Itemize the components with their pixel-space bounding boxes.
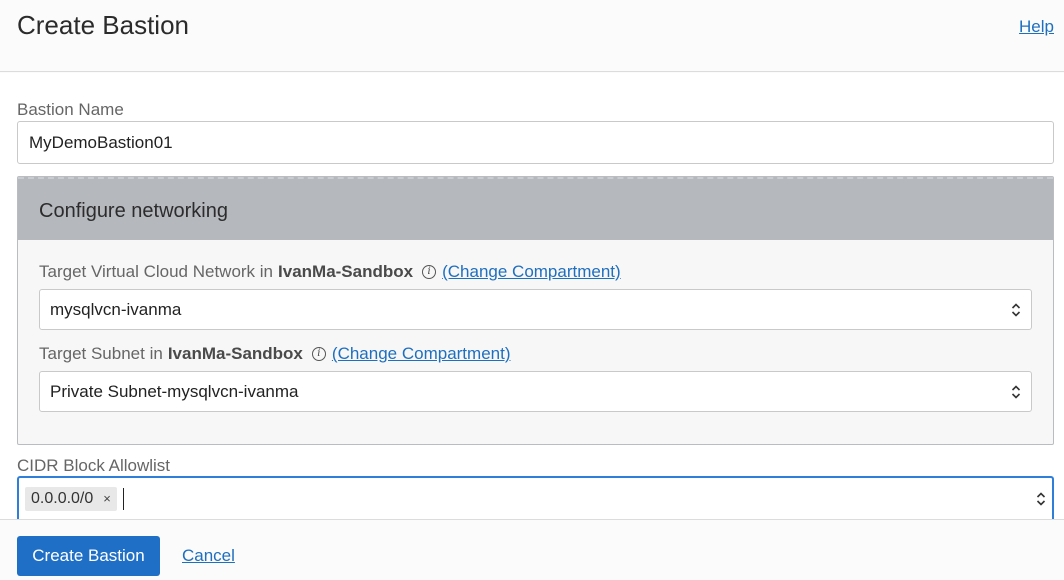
create-bastion-button[interactable]: Create Bastion bbox=[17, 536, 160, 576]
cidr-label: CIDR Block Allowlist bbox=[17, 456, 171, 475]
dialog-header: Create Bastion Help bbox=[0, 0, 1064, 72]
up-down-chevron-icon bbox=[1011, 384, 1021, 400]
up-down-chevron-icon bbox=[1011, 302, 1021, 318]
cidr-tag: 0.0.0.0/0 × bbox=[25, 486, 117, 511]
subnet-change-compartment-link[interactable]: (Change Compartment) bbox=[332, 344, 511, 364]
subnet-compartment-name: IvanMa-Sandbox bbox=[167, 344, 303, 363]
page-title: Create Bastion bbox=[17, 10, 189, 40]
dialog-body: Bastion Name Configure networking Target… bbox=[0, 73, 1064, 519]
vcn-selected-value: mysqlvcn-ivanma bbox=[50, 299, 182, 319]
vcn-label-prefix: Target Virtual Cloud Network in bbox=[39, 262, 274, 281]
info-icon[interactable]: i bbox=[422, 265, 437, 279]
cidr-allowlist-input[interactable]: 0.0.0.0/0 × bbox=[17, 476, 1054, 519]
vcn-compartment-name: IvanMa-Sandbox bbox=[278, 262, 414, 281]
help-link[interactable]: Help bbox=[1019, 17, 1054, 37]
subnet-selected-value: Private Subnet-mysqlvcn-ivanma bbox=[50, 381, 299, 401]
networking-panel-header: Configure networking bbox=[18, 177, 1053, 240]
up-down-chevron-icon[interactable] bbox=[1036, 491, 1046, 507]
subnet-label: Target Subnet in IvanMa-Sandbox i (Chang… bbox=[39, 344, 510, 364]
dialog-footer: Create Bastion Cancel bbox=[0, 519, 1064, 580]
cancel-link[interactable]: Cancel bbox=[182, 546, 235, 566]
bastion-name-input[interactable] bbox=[17, 121, 1054, 164]
create-bastion-dialog: Create Bastion Help Bastion Name Configu… bbox=[0, 0, 1064, 580]
networking-panel-title: Configure networking bbox=[39, 200, 228, 222]
subnet-select[interactable]: Private Subnet-mysqlvcn-ivanma bbox=[39, 371, 1032, 412]
subnet-label-prefix: Target Subnet in bbox=[39, 344, 163, 363]
text-caret bbox=[122, 487, 125, 510]
remove-tag-icon[interactable]: × bbox=[103, 491, 111, 506]
bastion-name-label: Bastion Name bbox=[17, 100, 124, 119]
cidr-tag-value: 0.0.0.0/0 bbox=[31, 489, 94, 507]
networking-panel: Configure networking Target Virtual Clou… bbox=[17, 176, 1054, 445]
vcn-change-compartment-link[interactable]: (Change Compartment) bbox=[442, 262, 621, 282]
info-icon[interactable]: i bbox=[311, 347, 326, 361]
vcn-select[interactable]: mysqlvcn-ivanma bbox=[39, 289, 1032, 330]
vcn-label: Target Virtual Cloud Network in IvanMa-S… bbox=[39, 262, 621, 282]
